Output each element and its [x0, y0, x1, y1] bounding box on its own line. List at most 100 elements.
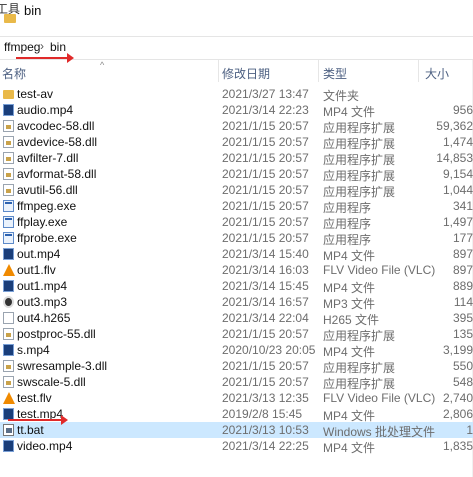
vlc-cone-icon: [3, 392, 15, 404]
file-row[interactable]: avfilter-7.dll 2021/1/15 20:57 应用程序扩展 14,85…: [0, 150, 473, 167]
generic-file-icon: [3, 312, 14, 324]
file-date: 2021/1/15 20:57: [222, 167, 309, 181]
file-row[interactable]: test-av 2021/3/27 13:47 文件夹: [0, 86, 473, 103]
file-name: audio.mp4: [17, 103, 74, 117]
column-divider[interactable]: [418, 60, 419, 82]
dll-file-icon: [3, 152, 14, 164]
column-size[interactable]: 大小: [425, 65, 449, 82]
exe-file-icon: [3, 232, 14, 244]
file-row[interactable]: test.flv 2021/3/13 12:35 FLV Video File (V…: [0, 390, 473, 406]
file-date: 2021/3/27 13:47: [222, 87, 309, 101]
file-date: 2021/1/15 20:57: [222, 119, 309, 133]
file-row[interactable]: avutil-56.dll 2021/1/15 20:57 应用程序扩展 1,044: [0, 182, 473, 199]
file-date: 2021/1/15 20:57: [222, 151, 309, 165]
column-date[interactable]: 修改日期: [222, 65, 270, 82]
file-size: 9,154: [442, 167, 473, 181]
file-name: video.mp4: [17, 439, 73, 453]
file-size: 2,806: [442, 407, 473, 421]
file-size: 548: [452, 375, 473, 389]
file-name: test.flv: [17, 391, 52, 405]
annotation-arrow: [16, 53, 74, 63]
file-row[interactable]: swscale-5.dll 2021/1/15 20:57 应用程序扩展 548: [0, 374, 473, 391]
file-date: 2021/1/15 20:57: [222, 215, 309, 229]
file-row[interactable]: out3.mp3 2021/3/14 16:57 MP3 文件 114: [0, 294, 473, 311]
dll-file-icon: [3, 376, 14, 388]
file-date: 2021/3/13 12:35: [222, 391, 309, 405]
file-type: MP4 文件: [323, 441, 376, 455]
file-size: 1: [466, 423, 473, 437]
file-row[interactable]: ffprobe.exe 2021/1/15 20:57 应用程序 177: [0, 230, 473, 247]
file-row[interactable]: avdevice-58.dll 2021/1/15 20:57 应用程序扩展 1,47…: [0, 134, 473, 151]
dll-file-icon: [3, 168, 14, 180]
file-date: 2021/3/14 15:45: [222, 279, 309, 293]
file-date: 2021/1/15 20:57: [222, 135, 309, 149]
file-date: 2021/3/14 22:23: [222, 103, 309, 117]
mp3-disc-icon: [3, 296, 14, 308]
file-row[interactable]: test.mp4 2019/2/8 15:45 MP4 文件 2,806: [0, 406, 473, 423]
file-row[interactable]: ffplay.exe 2021/1/15 20:57 应用程序 1,497: [0, 214, 473, 231]
column-divider[interactable]: [218, 60, 219, 82]
file-date: 2021/1/15 20:57: [222, 359, 309, 373]
file-size: 1,497: [442, 215, 473, 229]
file-row[interactable]: avcodec-58.dll 2021/1/15 20:57 应用程序扩展 59,36…: [0, 118, 473, 135]
file-size: 1,044: [442, 183, 473, 197]
file-name: avcodec-58.dll: [17, 119, 95, 133]
dll-file-icon: [3, 120, 14, 132]
file-size: 177: [452, 231, 473, 245]
dll-file-icon: [3, 360, 14, 372]
file-row[interactable]: video.mp4 2021/3/14 22:25 MP4 文件 1,835: [0, 438, 473, 455]
file-type: FLV Video File (VLC): [323, 391, 436, 405]
file-name: avfilter-7.dll: [17, 151, 79, 165]
file-date: 2020/10/23 20:05: [222, 343, 316, 357]
mp4-file-icon: [3, 104, 14, 116]
file-name: out1.flv: [17, 263, 56, 277]
file-size: 897: [452, 247, 473, 261]
file-name: tt.bat: [17, 423, 44, 437]
file-date: 2021/3/14 22:25: [222, 439, 309, 453]
column-type[interactable]: 类型: [323, 65, 347, 82]
file-name: s.mp4: [17, 343, 50, 357]
folder-icon: [4, 14, 16, 23]
file-size: 59,362: [436, 119, 473, 133]
file-row[interactable]: avformat-58.dll 2021/1/15 20:57 应用程序扩展 9,15…: [0, 166, 473, 183]
file-row[interactable]: out.mp4 2021/3/14 15:40 MP4 文件 897: [0, 246, 473, 263]
breadcrumb-bin[interactable]: bin: [50, 40, 66, 54]
file-name: avformat-58.dll: [17, 167, 97, 181]
file-row[interactable]: out1.flv 2021/3/14 16:03 FLV Video File (V…: [0, 262, 473, 278]
file-date: 2019/2/8 15:45: [222, 407, 303, 421]
column-divider[interactable]: [318, 60, 319, 82]
column-name[interactable]: 名称: [2, 65, 26, 82]
file-row[interactable]: postproc-55.dll 2021/1/15 20:57 应用程序扩展 135: [0, 326, 473, 343]
file-size: 1,835: [442, 439, 473, 453]
file-date: 2021/1/15 20:57: [222, 183, 309, 197]
dll-file-icon: [3, 136, 14, 148]
file-size: 889: [452, 279, 473, 293]
file-size: 1,474: [442, 135, 473, 149]
file-size: 3,199: [442, 343, 473, 357]
file-row[interactable]: s.mp4 2020/10/23 20:05 MP4 文件 3,199: [0, 342, 473, 359]
breadcrumb-ffmpeg[interactable]: ffmpeg: [4, 40, 40, 54]
file-name: ffprobe.exe: [17, 231, 77, 245]
dll-file-icon: [3, 328, 14, 340]
file-date: 2021/1/15 20:57: [222, 231, 309, 245]
mp4-file-icon: [3, 440, 14, 452]
file-row[interactable]: swresample-3.dll 2021/1/15 20:57 应用程序扩展 550: [0, 358, 473, 375]
file-date: 2021/3/13 10:53: [222, 423, 309, 437]
file-size: 135: [452, 327, 473, 341]
file-row[interactable]: tt.bat 2021/3/13 10:53 Windows 批处理文件 1: [0, 422, 473, 439]
file-name: ffplay.exe: [17, 215, 68, 229]
file-date: 2021/3/14 16:03: [222, 263, 309, 277]
file-row[interactable]: ffmpeg.exe 2021/1/15 20:57 应用程序 341: [0, 198, 473, 215]
file-date: 2021/3/14 16:57: [222, 295, 309, 309]
file-date: 2021/3/14 22:04: [222, 311, 309, 325]
column-header: 名称 修改日期 类型 大小: [0, 60, 473, 82]
file-row[interactable]: audio.mp4 2021/3/14 22:23 MP4 文件 956: [0, 102, 473, 119]
file-row[interactable]: out1.mp4 2021/3/14 15:45 MP4 文件 889: [0, 278, 473, 295]
title-bar: 工具 bin: [0, 0, 473, 36]
file-size: 114: [453, 295, 473, 309]
vlc-cone-icon: [3, 264, 15, 276]
breadcrumb-separator[interactable]: ›: [40, 39, 44, 53]
file-size: 897: [452, 263, 473, 277]
file-name: out3.mp3: [17, 295, 68, 309]
file-row[interactable]: out4.h265 2021/3/14 22:04 H265 文件 395: [0, 310, 473, 327]
